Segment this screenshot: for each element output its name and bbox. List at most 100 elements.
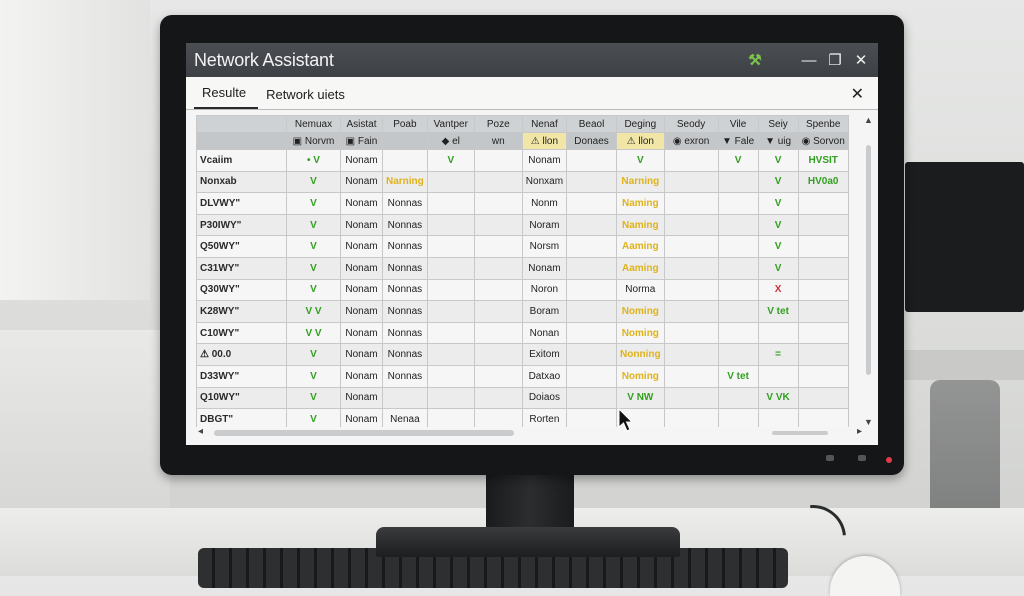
status-cell[interactable]: Nonnas xyxy=(382,213,428,237)
tab-results[interactable]: Resulte xyxy=(194,85,259,109)
status-cell[interactable]: Nonnas xyxy=(382,278,428,302)
status-cell[interactable] xyxy=(663,343,719,366)
status-cell[interactable] xyxy=(717,408,759,427)
column-header[interactable]: Beaol xyxy=(566,115,618,133)
status-cell[interactable] xyxy=(473,386,523,410)
table-row[interactable]: C31WY" V Nonam Nonnas Nonam Aaming V xyxy=(196,256,849,280)
status-cell[interactable]: V xyxy=(286,213,341,237)
column-header[interactable]: Spenbe xyxy=(797,115,849,133)
status-cell[interactable]: Nonam xyxy=(340,170,383,194)
status-cell[interactable] xyxy=(426,213,475,237)
status-cell[interactable] xyxy=(797,343,849,366)
status-cell[interactable]: Nonam xyxy=(340,343,383,366)
status-cell[interactable] xyxy=(473,364,523,388)
status-cell[interactable] xyxy=(797,213,849,237)
status-cell[interactable]: Nonam xyxy=(340,386,383,410)
horizontal-scrollbar[interactable]: ◂ ▸ xyxy=(196,426,862,439)
column-header[interactable]: Poab xyxy=(382,115,428,133)
status-cell[interactable] xyxy=(426,408,475,427)
status-cell[interactable] xyxy=(717,213,759,237)
status-cell[interactable] xyxy=(717,192,759,215)
column-subheader[interactable]: ▼ Fale xyxy=(717,132,759,150)
status-cell[interactable] xyxy=(382,386,428,410)
device-name-cell[interactable]: Vcaiim xyxy=(196,149,287,172)
status-cell[interactable]: V xyxy=(757,213,799,237)
status-cell[interactable]: Rorten xyxy=(521,408,568,427)
status-cell[interactable]: V xyxy=(286,256,341,280)
column-subheader[interactable]: ◉ exron xyxy=(663,132,719,150)
status-cell[interactable] xyxy=(566,192,618,215)
status-cell[interactable]: Nonnas xyxy=(382,364,428,388)
status-cell[interactable] xyxy=(426,321,475,345)
status-cell[interactable]: V xyxy=(286,408,341,427)
column-subheader[interactable] xyxy=(382,132,428,150)
status-cell[interactable]: Nonam xyxy=(521,256,568,280)
status-cell[interactable]: V NW xyxy=(616,386,665,410)
status-cell[interactable]: Nonan xyxy=(521,321,568,345)
status-cell[interactable]: Exitom xyxy=(521,343,568,366)
close-tab-icon[interactable]: ✕ xyxy=(851,84,864,104)
status-cell[interactable] xyxy=(717,321,759,345)
scroll-down-icon[interactable]: ▼ xyxy=(864,417,873,427)
status-cell[interactable]: Datxao xyxy=(521,364,568,388)
status-cell[interactable]: Nonam xyxy=(340,408,383,427)
status-cell[interactable] xyxy=(663,149,719,172)
status-cell[interactable] xyxy=(426,364,475,388)
status-cell[interactable]: X xyxy=(757,278,799,302)
status-cell[interactable]: V xyxy=(286,364,341,388)
status-cell[interactable]: Naming xyxy=(616,213,665,237)
status-cell[interactable] xyxy=(797,256,849,280)
status-cell[interactable]: Noram xyxy=(521,213,568,237)
column-subheader[interactable]: ⚠ llon xyxy=(521,132,568,150)
status-cell[interactable] xyxy=(717,343,759,366)
status-cell[interactable]: Aaming xyxy=(616,235,665,258)
status-cell[interactable] xyxy=(566,300,618,323)
status-cell[interactable]: V tet xyxy=(757,300,799,323)
device-name-cell[interactable]: C10WY" xyxy=(196,321,287,345)
status-cell[interactable] xyxy=(473,213,523,237)
column-header[interactable]: Vantper xyxy=(426,115,475,133)
status-cell[interactable]: V xyxy=(286,235,341,258)
status-cell[interactable] xyxy=(663,170,719,194)
status-cell[interactable] xyxy=(473,149,523,172)
maximize-icon[interactable]: ❐ xyxy=(822,47,848,73)
table-row[interactable]: P30IWY" V Nonam Nonnas Noram Naming V xyxy=(196,213,849,237)
status-cell[interactable] xyxy=(663,256,719,280)
status-cell[interactable]: Nonm xyxy=(521,192,568,215)
status-cell[interactable] xyxy=(473,300,523,323)
minimize-icon[interactable]: — xyxy=(796,47,822,73)
status-cell[interactable] xyxy=(757,321,799,345)
status-cell[interactable]: V xyxy=(616,149,665,172)
status-cell[interactable] xyxy=(426,170,475,194)
status-cell[interactable]: V xyxy=(757,192,799,215)
status-cell[interactable]: V xyxy=(426,149,475,172)
status-cell[interactable]: Nonning xyxy=(616,343,665,366)
vertical-scroll-thumb[interactable] xyxy=(866,145,871,375)
scroll-right-icon[interactable]: ▸ xyxy=(857,426,862,437)
status-cell[interactable]: Nonam xyxy=(340,256,383,280)
status-cell[interactable]: Nonam xyxy=(340,235,383,258)
table-row[interactable]: D33WY" V Nonam Nonnas Datxao Noming V tet xyxy=(196,364,849,388)
status-cell[interactable]: V xyxy=(286,386,341,410)
status-cell[interactable]: Nonnas xyxy=(382,321,428,345)
wrench-icon[interactable]: ⚒ xyxy=(742,47,768,73)
status-cell[interactable] xyxy=(663,364,719,388)
status-cell[interactable] xyxy=(717,278,759,302)
status-cell[interactable] xyxy=(663,408,719,427)
table-row[interactable]: K28WY" V V Nonam Nonnas Boram Noming V tet xyxy=(196,300,849,323)
status-cell[interactable] xyxy=(426,278,475,302)
status-cell[interactable] xyxy=(797,321,849,345)
status-cell[interactable] xyxy=(663,235,719,258)
status-cell[interactable]: Noron xyxy=(521,278,568,302)
device-name-cell[interactable]: ⚠ 00.0 xyxy=(196,343,287,366)
status-cell[interactable]: V V xyxy=(286,300,341,323)
table-row[interactable]: C10WY" V V Nonam Nonnas Nonan Noming xyxy=(196,321,849,345)
column-subheader[interactable]: Donaes xyxy=(566,132,618,150)
status-cell[interactable] xyxy=(717,256,759,280)
status-cell[interactable]: Nonam xyxy=(340,213,383,237)
table-row[interactable]: Vcaiim • V Nonam V Nonam V V V HVSIT xyxy=(196,149,849,172)
column-header[interactable]: Seody xyxy=(663,115,719,133)
status-cell[interactable] xyxy=(426,256,475,280)
status-cell[interactable] xyxy=(717,235,759,258)
status-cell[interactable] xyxy=(797,364,849,388)
